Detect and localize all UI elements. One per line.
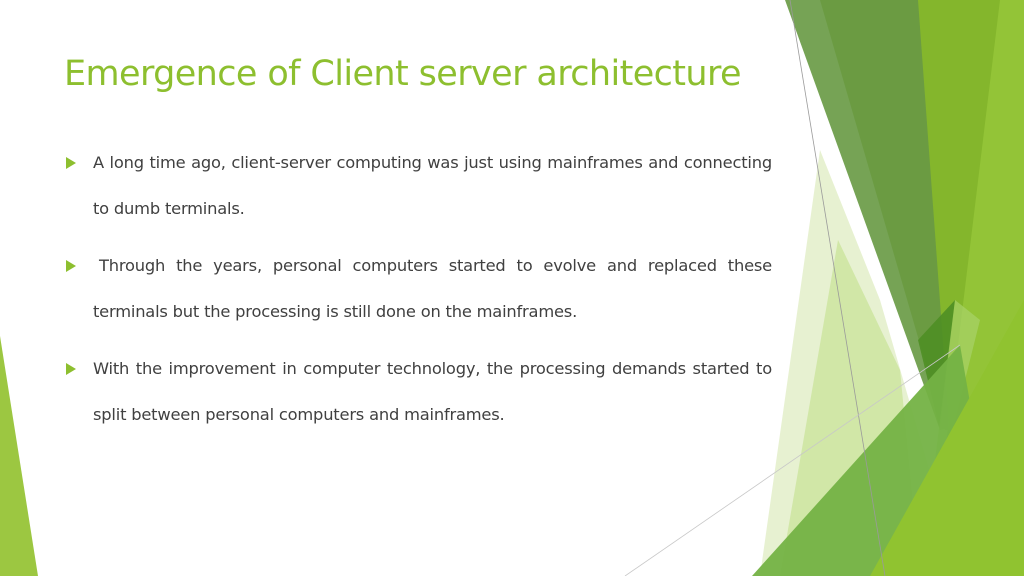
triangle-right-icon xyxy=(66,157,76,169)
bullet-item: A long time ago, client-server computing… xyxy=(64,140,772,232)
bullet-text: Through the years, personal computers st… xyxy=(93,256,772,321)
bullet-item: Through the years, personal computers st… xyxy=(64,243,772,335)
slide-title: Emergence of Client server architecture xyxy=(64,54,742,94)
triangle-right-icon xyxy=(66,260,76,272)
bullet-text: With the improvement in computer technol… xyxy=(93,359,772,424)
left-facet xyxy=(0,336,38,576)
slide: Emergence of Client server architecture … xyxy=(0,0,1024,576)
bullet-item: With the improvement in computer technol… xyxy=(64,346,772,438)
bullet-text: A long time ago, client-server computing… xyxy=(93,153,772,218)
bullet-list: A long time ago, client-server computing… xyxy=(64,140,772,449)
triangle-right-icon xyxy=(66,363,76,375)
